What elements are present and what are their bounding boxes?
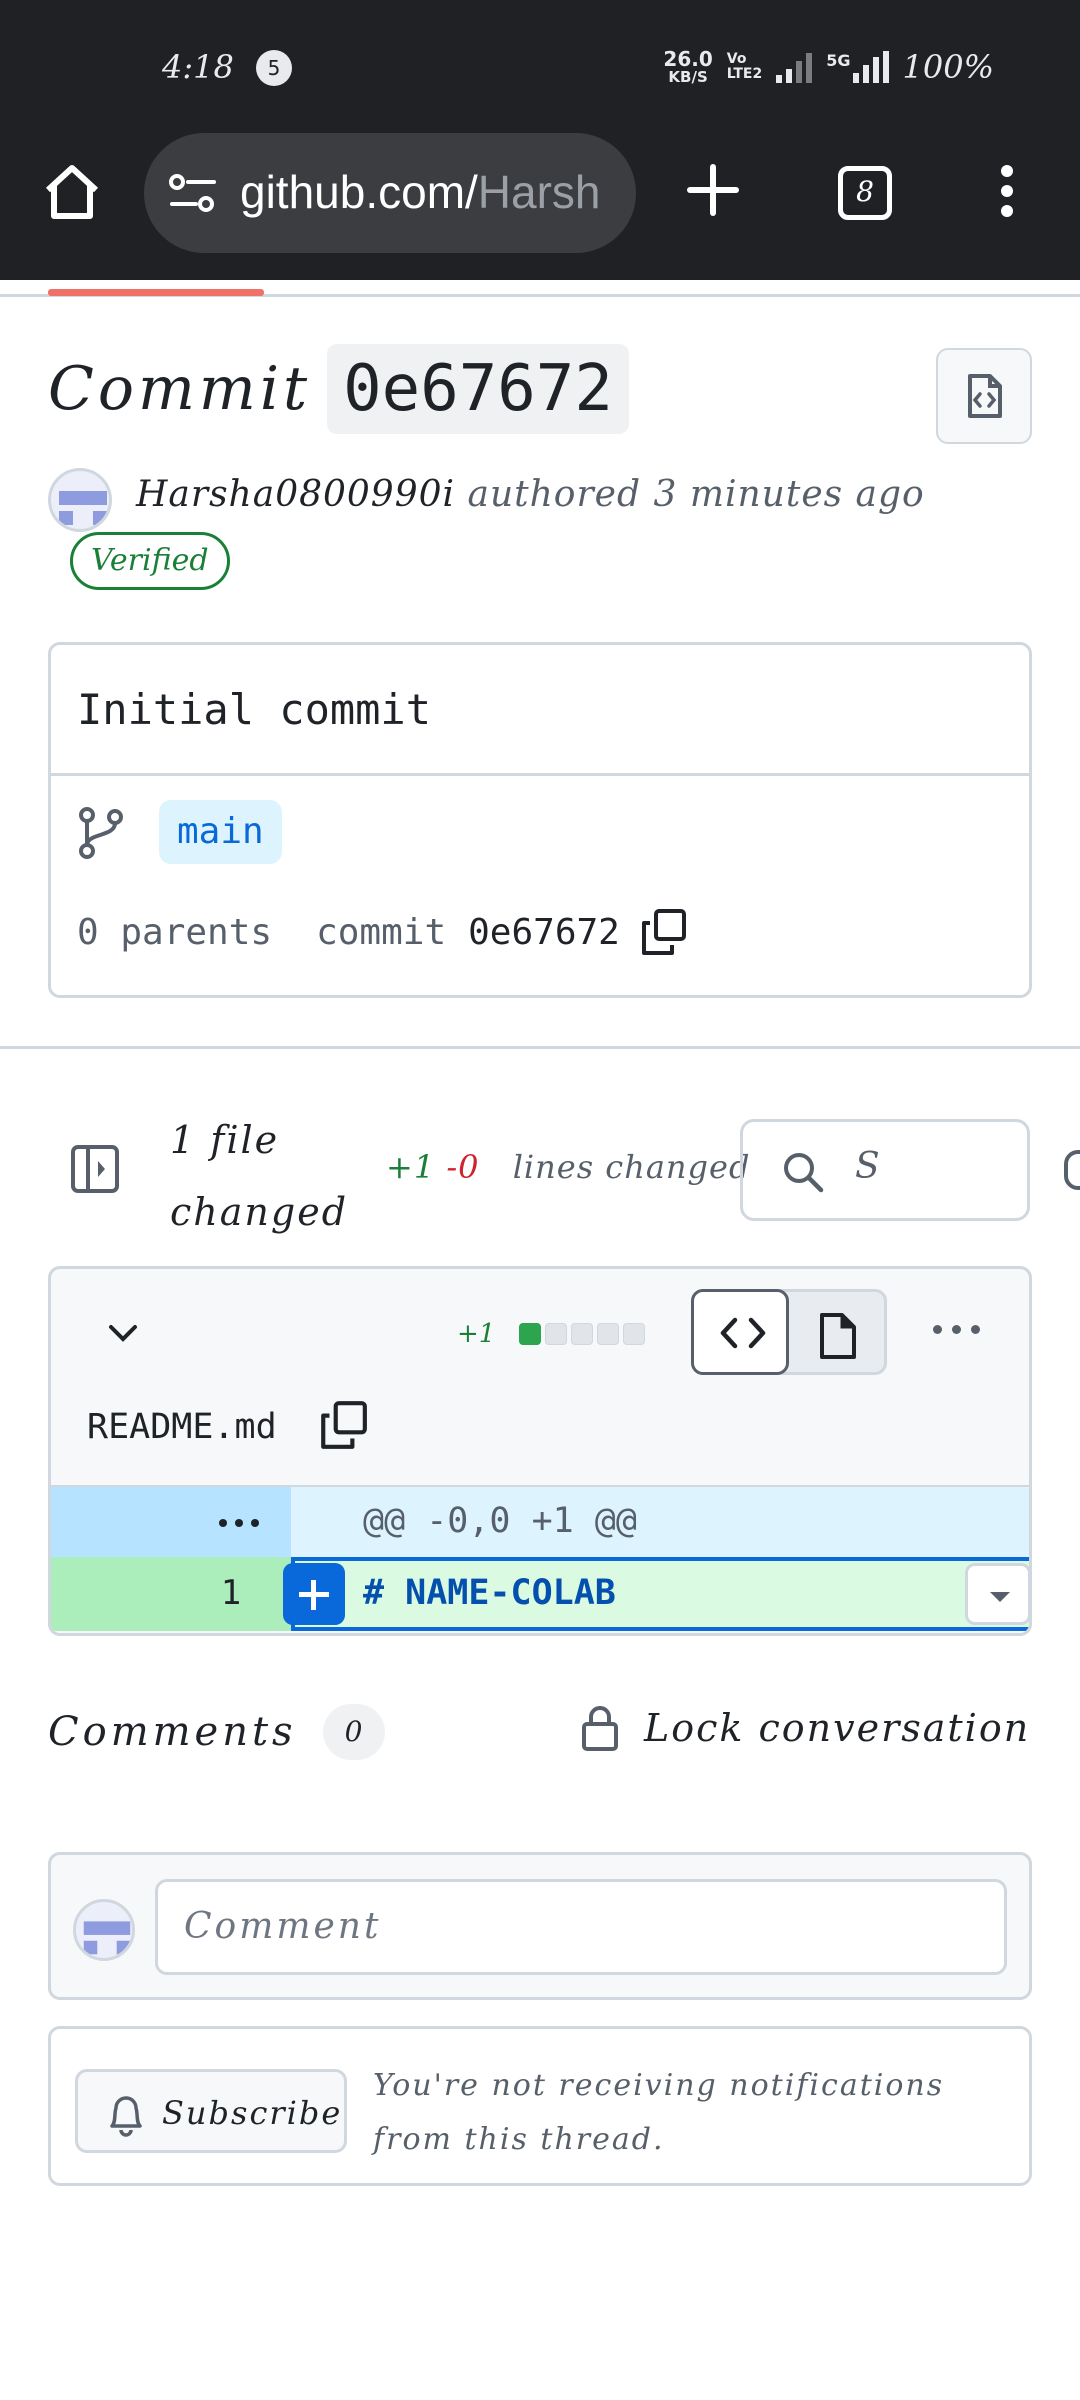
lines-changed-label: lines changed: [512, 1148, 751, 1186]
divider: [51, 773, 1029, 776]
settings-icon[interactable]: [1064, 1150, 1080, 1190]
new-tab-icon[interactable]: [686, 163, 740, 217]
comments-label: Comments: [48, 1709, 297, 1755]
author-line: Harsha0800990i authored 3 minutes ago: [136, 474, 925, 515]
commit-title: Commit 0e67672: [48, 344, 629, 434]
diffstat-block-added: [519, 1323, 542, 1345]
lock-conversation-label: Lock conversation: [644, 1706, 1031, 1750]
diffstat-additions: +1: [457, 1319, 496, 1349]
old-line-gutter: [51, 1557, 171, 1631]
comment-input[interactable]: Comment: [155, 1879, 1007, 1975]
source-view-button[interactable]: [691, 1289, 789, 1375]
tabs-icon[interactable]: 8: [838, 166, 892, 220]
menu-icon[interactable]: [998, 165, 1016, 221]
browse-files-button[interactable]: [936, 348, 1032, 444]
file-code-icon: [968, 374, 1002, 418]
network-type: 5G: [826, 51, 851, 70]
line-number[interactable]: 1: [171, 1573, 291, 1613]
diffstat-block-neutral: [545, 1323, 568, 1345]
bell-icon: [110, 2096, 142, 2137]
more-options-icon[interactable]: [933, 1325, 980, 1334]
net-speed-unit: KB/S: [668, 68, 708, 86]
additions-count: +1: [386, 1148, 436, 1186]
notifications-box: Subscribe You're not receiving notificat…: [48, 2026, 1032, 2186]
net-speed-value: 26.0: [663, 47, 713, 71]
lock-conversation-button[interactable]: Lock conversation: [580, 1704, 1030, 1752]
signal-1-icon: [776, 51, 813, 83]
git-branch-icon: [79, 807, 123, 859]
commit-title-word: Commit: [48, 354, 312, 424]
net-speed: 26.0 KB/S: [663, 49, 712, 85]
notification-count-badge: 5: [256, 50, 292, 86]
page-load-progress: [48, 289, 264, 296]
files-changed-count: 1 file changed: [170, 1118, 349, 1234]
user-avatar: [73, 1899, 135, 1961]
diffstat-block-neutral: [571, 1323, 594, 1345]
line-options-dropdown[interactable]: [965, 1563, 1029, 1625]
volte-indicator: Vo LTE2: [727, 52, 762, 82]
branch-chip[interactable]: main: [159, 800, 282, 864]
add-comment-plus-icon[interactable]: [283, 1563, 345, 1625]
chevron-down-icon[interactable]: [103, 1319, 143, 1347]
line-code: # NAME-COLAB: [363, 1573, 616, 1613]
file-tree-toggle-icon[interactable]: [70, 1144, 120, 1194]
url-host: github.com/: [240, 166, 478, 218]
comments-header: Comments 0: [48, 1704, 385, 1760]
commit-meta: 0 parents commit 0e67672: [77, 907, 688, 957]
search-icon: [784, 1153, 824, 1193]
code-icon: [720, 1317, 766, 1349]
comment-placeholder: Comment: [184, 1906, 382, 1947]
volte-bottom: LTE2: [726, 66, 763, 82]
commit-sha-title: 0e67672: [327, 344, 629, 434]
status-indicators: 26.0 KB/S Vo LTE2 5G 100%: [663, 48, 994, 86]
expand-icon: [219, 1519, 259, 1527]
file-diff-card: +1 README.md @@ -0,0 +1 @@ 1 # NAME-COLA…: [48, 1266, 1032, 1636]
hunk-header: @@ -0,0 +1 @@: [363, 1501, 637, 1541]
commit-message: Initial commit: [77, 685, 432, 734]
copy-path-icon[interactable]: [317, 1399, 369, 1451]
diffstat: +1: [457, 1319, 646, 1349]
parents-count: 0 parents: [77, 911, 273, 953]
author-name[interactable]: Harsha0800990i: [136, 474, 455, 515]
verified-badge[interactable]: Verified: [70, 532, 230, 590]
view-toggle: [691, 1289, 887, 1375]
commit-label: commit: [316, 911, 447, 953]
status-time: 4:18: [162, 48, 234, 86]
identicon-icon: [83, 1921, 131, 1955]
subscribe-label: Subscribe: [162, 2094, 343, 2132]
subscribe-note: You're not receiving notifications from …: [373, 2068, 945, 2157]
new-comment-box: Comment: [48, 1852, 1032, 2000]
url-text: github.com/Harsh: [240, 165, 601, 219]
rich-view-button[interactable]: [792, 1292, 884, 1372]
file-filter-value: S: [855, 1146, 880, 1187]
identicon-icon: [59, 491, 107, 525]
comments-count: 0: [322, 1704, 385, 1760]
signal-2-icon: 5G: [826, 51, 889, 83]
url-path: Harsh: [477, 166, 601, 218]
expand-hunk-button[interactable]: [51, 1487, 291, 1559]
hunk-header-row: @@ -0,0 +1 @@: [51, 1485, 1029, 1559]
lines-changed-summary: +1 -0 lines changed: [386, 1148, 750, 1186]
file-filter-input[interactable]: S: [740, 1119, 1030, 1221]
volte-top: Vo: [726, 51, 747, 67]
file-name[interactable]: README.md: [87, 1407, 277, 1447]
battery-level: 100%: [902, 48, 994, 86]
diffstat-block-neutral: [597, 1323, 620, 1345]
home-icon[interactable]: [40, 160, 104, 224]
authored-text: authored 3 minutes ago: [467, 474, 925, 515]
subscribe-button[interactable]: Subscribe: [75, 2069, 347, 2153]
file-icon: [820, 1313, 856, 1359]
site-settings-icon[interactable]: [168, 173, 218, 213]
address-bar[interactable]: github.com/Harsh: [144, 133, 636, 253]
author-avatar[interactable]: [48, 468, 112, 532]
deletions-count: -0: [446, 1148, 480, 1186]
diff-line-added[interactable]: 1 # NAME-COLAB: [51, 1557, 1029, 1631]
commit-message-box: Initial commit main 0 parents commit 0e6…: [48, 642, 1032, 998]
lock-icon: [582, 1706, 618, 1751]
commit-sha: 0e67672: [468, 911, 620, 953]
diffstat-block-neutral: [623, 1323, 646, 1345]
copy-sha-icon[interactable]: [638, 907, 688, 957]
section-divider: [0, 1046, 1080, 1049]
